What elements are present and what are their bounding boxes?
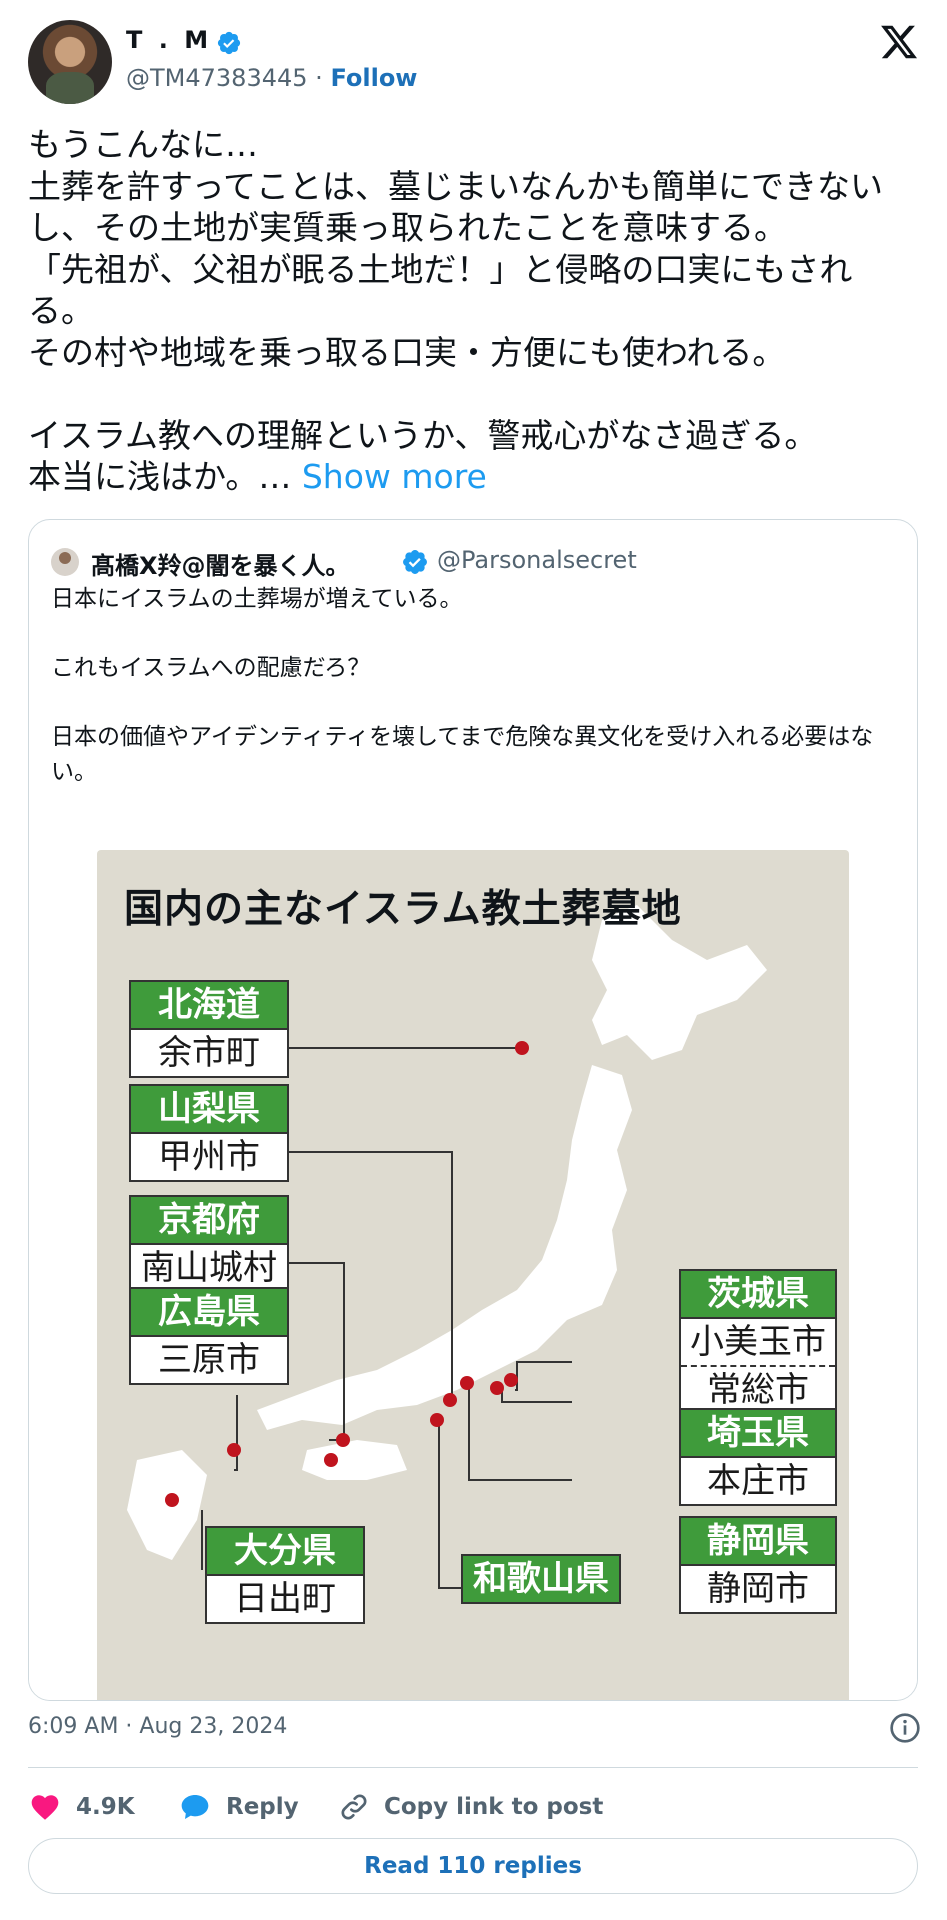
link-icon xyxy=(341,1794,367,1820)
quote-text: 日本にイスラムの土葬場が増えている。 これもイスラムへの配慮だろ？ 日本の価値や… xyxy=(51,586,874,785)
map-label-hokkaido: 北海道 余市町 xyxy=(129,980,289,1078)
separator-dot: · xyxy=(315,64,323,92)
author-name[interactable]: T . M xyxy=(126,26,212,54)
like-count: 4.9K xyxy=(76,1794,135,1820)
divider xyxy=(28,1767,918,1768)
label-city: 余市町 xyxy=(131,1028,287,1076)
show-more-link[interactable]: Show more xyxy=(302,457,487,496)
quote-author-handle: @Parsonalsecret xyxy=(437,546,637,574)
follow-button[interactable]: Follow xyxy=(330,64,417,92)
like-button[interactable]: 4.9K xyxy=(28,1785,135,1829)
map-label-oita: 大分県 日出町 xyxy=(205,1526,365,1624)
x-logo-icon[interactable] xyxy=(879,22,919,62)
map-label-wakayama: 和歌山県 xyxy=(461,1554,621,1604)
label-city: 南山城村 xyxy=(131,1243,287,1291)
tweet-actions: 4.9K Reply Copy link to post xyxy=(28,1785,918,1829)
info-icon[interactable] xyxy=(889,1712,921,1744)
quote-author-name: 髙橋X羚@闇を暴く人。 xyxy=(91,552,350,580)
label-prefecture: 大分県 xyxy=(207,1528,363,1574)
map-label-saitama: 埼玉県 本庄市 xyxy=(679,1408,837,1506)
quote-avatar xyxy=(51,548,79,576)
reply-bubble-icon xyxy=(181,1795,209,1819)
map-label-yamanashi: 山梨県 甲州市 xyxy=(129,1084,289,1182)
copy-link-label: Copy link to post xyxy=(384,1794,604,1820)
copy-link-button[interactable]: Copy link to post xyxy=(338,1785,603,1829)
author-handle-line: @TM47383445 · Follow xyxy=(126,64,417,92)
label-prefecture: 静岡県 xyxy=(681,1518,835,1564)
quote-map-image[interactable]: 国内の主なイスラム教土葬墓地 北海道 余市町 山梨県 甲州市 京都府 南山城村 … xyxy=(29,810,917,1700)
label-prefecture: 山梨県 xyxy=(131,1086,287,1132)
label-prefecture: 茨城県 xyxy=(681,1271,835,1317)
label-prefecture: 北海道 xyxy=(131,982,287,1028)
heart-icon xyxy=(31,1795,59,1820)
label-city: 三原市 xyxy=(131,1335,287,1383)
quote-header: 髙橋X羚@闇を暴く人。 @Parsonalsecret xyxy=(51,542,891,582)
tweet-body: もうこんなに… 土葬を許すってことは、墓じまいなんかも簡単にできないし、その土地… xyxy=(28,125,884,496)
label-city: 本庄市 xyxy=(681,1456,835,1504)
tweet-header: T . M @TM47383445 · Follow xyxy=(28,20,919,104)
tweet-text: もうこんなに… 土葬を許すってことは、墓じまいなんかも簡単にできないし、その土地… xyxy=(28,124,908,498)
quote-verified-badge-icon xyxy=(403,550,427,574)
reply-button[interactable]: Reply xyxy=(178,1785,299,1829)
label-city: 静岡市 xyxy=(681,1564,835,1612)
label-prefecture: 京都府 xyxy=(131,1197,287,1243)
tweet-timestamp[interactable]: 6:09 AM · Aug 23, 2024 xyxy=(28,1714,287,1739)
map-label-hiroshima: 広島県 三原市 xyxy=(129,1287,289,1385)
reply-label: Reply xyxy=(226,1794,299,1820)
label-city: 日出町 xyxy=(207,1574,363,1622)
label-city: 甲州市 xyxy=(131,1132,287,1180)
verified-badge-icon xyxy=(217,31,241,55)
map-title: 国内の主なイスラム教土葬墓地 xyxy=(124,887,682,932)
map-label-ibaraki: 茨城県 小美玉市 常総市 xyxy=(679,1269,837,1415)
quoted-tweet[interactable]: 髙橋X羚@闇を暴く人。 @Parsonalsecret 日本にイスラムの土葬場が… xyxy=(28,519,918,1701)
label-prefecture: 和歌山県 xyxy=(463,1556,619,1602)
map-label-shizuoka: 静岡県 静岡市 xyxy=(679,1516,837,1614)
label-prefecture: 埼玉県 xyxy=(681,1410,835,1456)
author-handle[interactable]: @TM47383445 xyxy=(126,64,308,92)
label-city-2: 常総市 xyxy=(707,1370,809,1410)
map-label-kyoto: 京都府 南山城村 xyxy=(129,1195,289,1293)
author-avatar[interactable] xyxy=(28,20,112,104)
label-prefecture: 広島県 xyxy=(131,1289,287,1335)
label-city: 小美玉市 xyxy=(681,1317,835,1367)
read-replies-button[interactable]: Read 110 replies xyxy=(28,1838,918,1894)
